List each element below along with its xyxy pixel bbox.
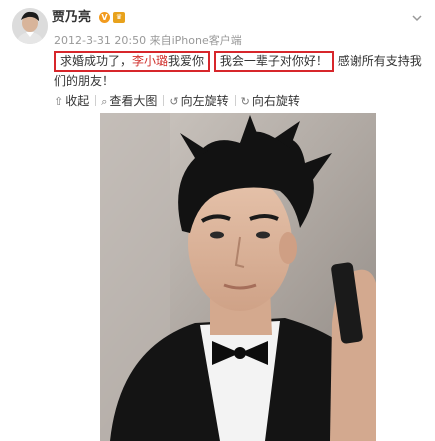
post-meta: 2012-3-31 20:50 来自iPhone客户端 <box>54 34 242 47</box>
rotate-left-button[interactable]: ↺ 向左旋转 <box>169 93 228 110</box>
highlight-box-1: 求婚成功了，李小璐我爱你 <box>54 51 211 72</box>
member-crown-icon: ♛ <box>113 12 125 23</box>
text-part1: 求婚成功了， <box>60 54 133 68</box>
rotate-right-label: 向右旋转 <box>251 94 300 108</box>
username[interactable]: 贾乃亮 <box>52 10 91 26</box>
post-photo[interactable] <box>100 113 376 441</box>
collapse-label: 收起 <box>65 94 90 108</box>
highlight-box-2: 我会一辈子对你好！ <box>213 51 334 72</box>
selfie-image <box>100 113 376 441</box>
rotate-left-label: 向左旋转 <box>180 94 229 108</box>
view-large-label: 查看大图 <box>109 94 158 108</box>
chevron-down-icon[interactable] <box>411 12 423 24</box>
rotate-right-icon: ↻ <box>240 95 250 108</box>
avatar[interactable] <box>12 8 48 44</box>
collapse-button[interactable]: ⇧ 收起 <box>54 93 89 110</box>
text-part2: 我爱你 <box>168 54 205 68</box>
rotate-right-button[interactable]: ↻ 向右旋转 <box>241 93 300 110</box>
avatar-image <box>12 8 48 44</box>
magnifier-icon: ⌕ <box>101 95 108 108</box>
text-box2: 我会一辈子对你好！ <box>219 54 328 68</box>
post-text: 求婚成功了，李小璐我爱你 我会一辈子对你好！ 感谢所有支持我们的朋友！ <box>54 51 426 91</box>
mention-link[interactable]: 李小璐 <box>132 54 168 68</box>
toolbar-divider <box>234 95 236 106</box>
arrow-up-icon: ⇧ <box>54 95 64 108</box>
view-large-button[interactable]: ⌕ 查看大图 <box>101 93 157 110</box>
image-toolbar: ⇧ 收起 ⌕ 查看大图 ↺ 向左旋转 ↻ 向右旋转 <box>54 93 304 110</box>
toolbar-divider <box>95 95 97 106</box>
rotate-left-icon: ↺ <box>169 95 179 108</box>
toolbar-divider <box>163 95 165 106</box>
verified-icon: V <box>99 12 110 23</box>
